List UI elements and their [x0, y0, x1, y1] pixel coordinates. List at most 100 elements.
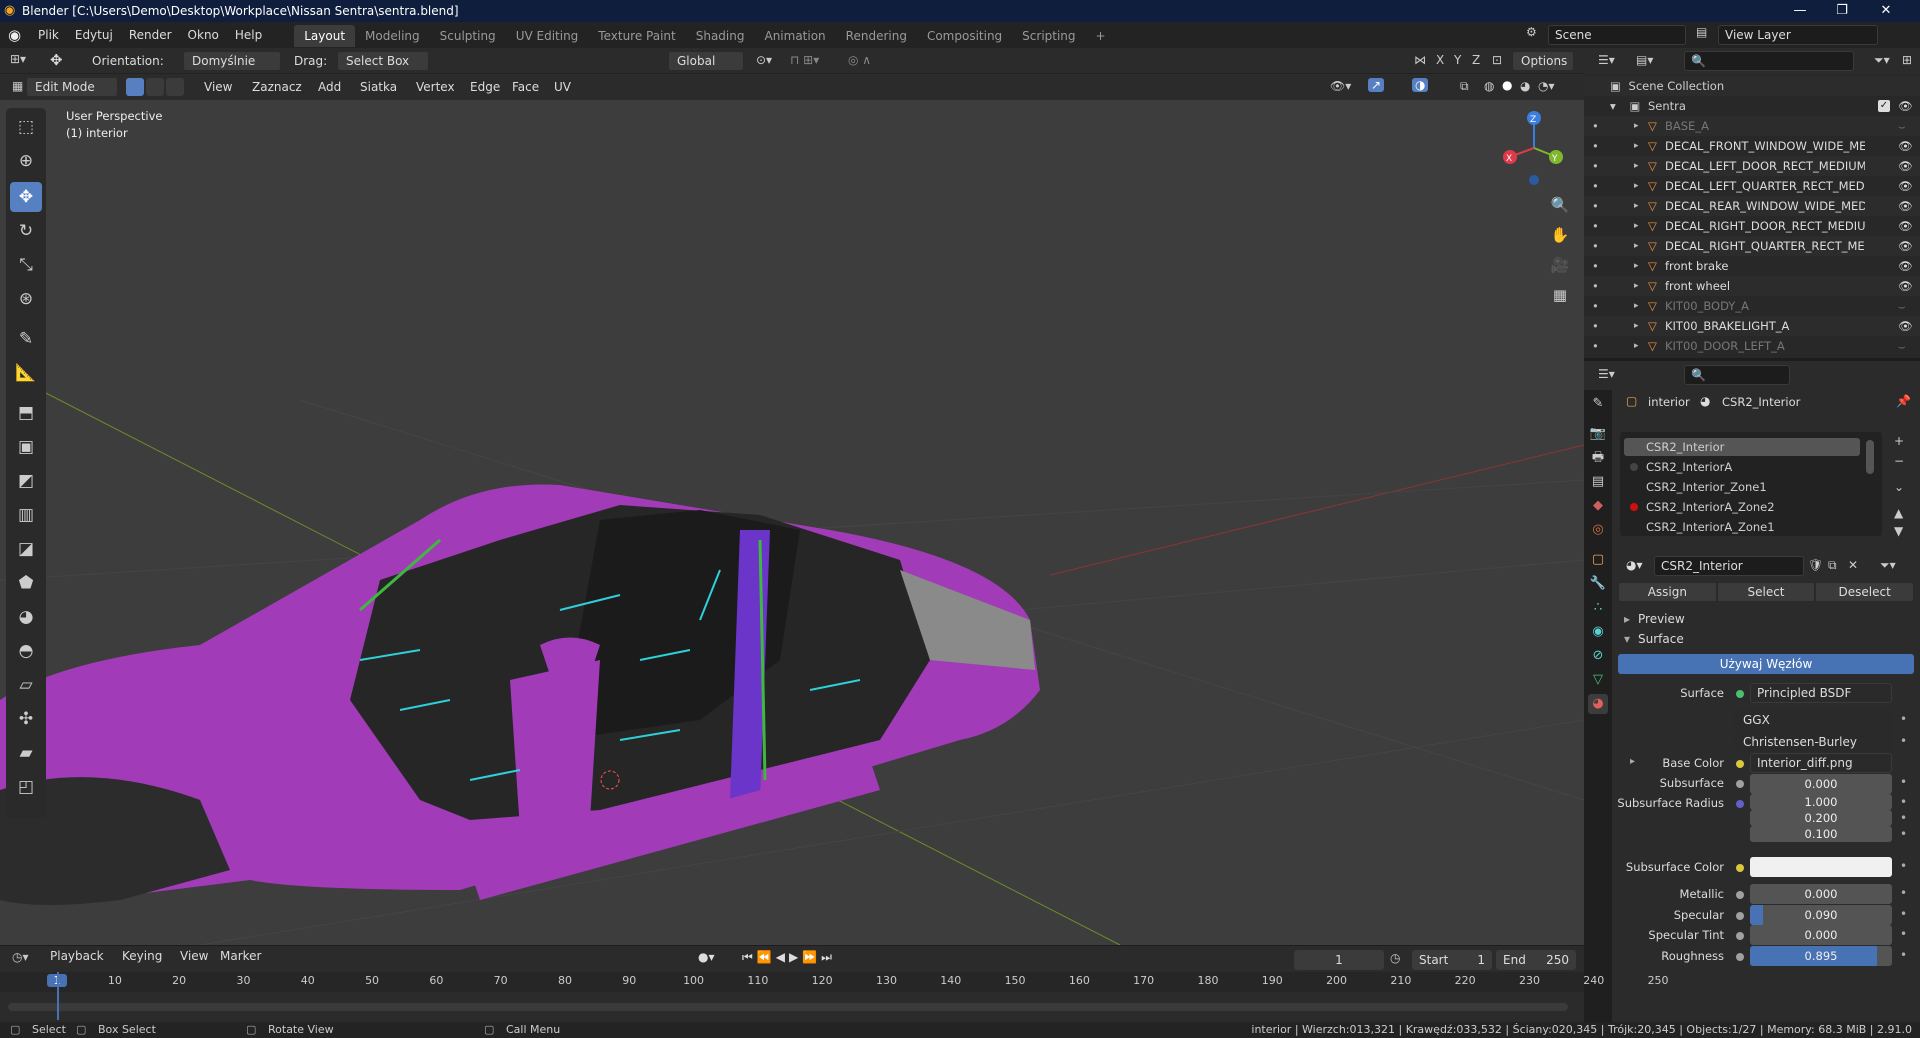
- select-box-icon[interactable]: ⬚: [10, 112, 42, 142]
- collection-row[interactable]: ▾ ▣ Sentra ✓ 👁: [1584, 96, 1920, 116]
- visibility-eye-icon[interactable]: ⌣: [1898, 296, 1906, 316]
- visibility-eye-icon[interactable]: 👁: [1898, 276, 1913, 296]
- maximize-icon[interactable]: ❐: [1822, 0, 1862, 22]
- blender-menu-icon[interactable]: ◉: [8, 26, 30, 44]
- axis-z[interactable]: Z: [1472, 53, 1480, 67]
- material-tab-icon[interactable]: ◕: [1588, 694, 1608, 714]
- keyframe-dot-icon[interactable]: •: [1900, 811, 1907, 825]
- properties-editor-icon[interactable]: ☰▾: [1598, 367, 1615, 381]
- preview-expand-icon[interactable]: ▸: [1624, 612, 1630, 626]
- scale-icon[interactable]: ⤡: [10, 250, 42, 280]
- expand-arrow-icon[interactable]: ▸: [1634, 196, 1639, 216]
- poly-build-icon[interactable]: ⬟: [10, 568, 42, 598]
- outliner-item[interactable]: • ▸ ▽ DECAL_LEFT_DOOR_RECT_MEDIUM_A 👁: [1584, 156, 1920, 176]
- shear-icon[interactable]: ▰: [10, 738, 42, 768]
- playback-controls-icon[interactable]: ⏮⏪◀▶⏩⏭: [742, 950, 836, 965]
- scene-tab-icon[interactable]: ◆: [1588, 496, 1608, 516]
- menu-okno[interactable]: Okno: [180, 22, 227, 48]
- object-tab-icon[interactable]: ▢: [1588, 550, 1608, 570]
- inset-icon[interactable]: ▣: [10, 432, 42, 462]
- property-value-slider[interactable]: 0.000: [1750, 774, 1892, 794]
- expand-arrow-icon[interactable]: ▸: [1634, 296, 1639, 316]
- annotate-icon[interactable]: ✎: [10, 324, 42, 354]
- surface-collapse-icon[interactable]: ▾: [1624, 632, 1630, 646]
- visibility-eye-icon[interactable]: ⌣: [1898, 116, 1906, 136]
- render-tab-icon[interactable]: 📷: [1588, 424, 1608, 444]
- xray-icon[interactable]: ⧉: [1460, 79, 1469, 94]
- physics-tab-icon[interactable]: ◉: [1588, 622, 1608, 642]
- menu-vertex[interactable]: Vertex: [408, 74, 463, 100]
- menu-edytuj[interactable]: Edytuj: [67, 22, 121, 48]
- use-nodes-button[interactable]: Używaj Węzłów: [1618, 654, 1914, 674]
- camera-icon[interactable]: 🎥: [1547, 252, 1573, 278]
- menu-render[interactable]: Render: [121, 22, 180, 48]
- face-select-icon[interactable]: [166, 78, 184, 96]
- material-slot[interactable]: CSR2_InteriorA_Zone2: [1624, 498, 1860, 516]
- base-color-texture-field[interactable]: Interior_diff.png: [1750, 753, 1892, 773]
- tool-tab-icon[interactable]: ✎: [1588, 394, 1608, 414]
- tab-layout[interactable]: Layout: [294, 25, 356, 47]
- keyframe-dot-icon[interactable]: •: [1900, 948, 1907, 962]
- display-mode-icon[interactable]: ▤▾: [1636, 53, 1653, 67]
- move-slot-up-icon[interactable]: ▲: [1894, 506, 1903, 520]
- record-icon[interactable]: ●▾: [698, 950, 715, 964]
- edge-select-icon[interactable]: [146, 78, 164, 96]
- outliner-item[interactable]: • ▸ ▽ DECAL_LEFT_QUARTER_RECT_MEDIUM_ 👁: [1584, 176, 1920, 196]
- menu-help[interactable]: Help: [227, 22, 270, 48]
- vertex-select-icon[interactable]: [126, 78, 144, 96]
- tab-compositing[interactable]: Compositing: [917, 25, 1012, 47]
- property-value-slider[interactable]: 0.090: [1750, 904, 1892, 925]
- outliner-search-input[interactable]: 🔍: [1684, 51, 1854, 71]
- outliner-item[interactable]: • ▸ ▽ KIT00_BODY_A ⌣: [1584, 296, 1920, 316]
- measure-icon[interactable]: 📐: [10, 358, 42, 388]
- end-frame-field[interactable]: End 250: [1496, 950, 1576, 970]
- visibility-icon[interactable]: 👁▾: [1330, 79, 1351, 93]
- material-browse-icon[interactable]: ◕▾: [1626, 558, 1643, 572]
- menu-playback[interactable]: Playback: [42, 943, 112, 969]
- view-layer-tab-icon[interactable]: ▤: [1588, 472, 1608, 492]
- deselect-button[interactable]: Deselect: [1815, 582, 1915, 602]
- smooth-icon[interactable]: ◓: [10, 636, 42, 666]
- expand-arrow-icon[interactable]: ▸: [1634, 236, 1639, 256]
- axis-x[interactable]: X: [1436, 53, 1444, 67]
- extrude-icon[interactable]: ⬒: [10, 398, 42, 428]
- gizmo-toggle-icon[interactable]: ↗: [1368, 78, 1385, 92]
- fake-user-icon[interactable]: 🛡: [1808, 558, 1823, 572]
- mode-dropdown[interactable]: Edit Mode: [26, 77, 118, 97]
- preview-panel-header[interactable]: Preview: [1638, 612, 1685, 626]
- expand-arrow-icon[interactable]: ▸: [1634, 156, 1639, 176]
- visibility-eye-icon[interactable]: 👁: [1898, 236, 1913, 256]
- menu-edge[interactable]: Edge: [462, 74, 508, 100]
- property-value-slider[interactable]: 1.000: [1750, 794, 1892, 810]
- data-tab-icon[interactable]: ▽: [1588, 670, 1608, 690]
- outliner-item[interactable]: • ▸ ▽ front brake 👁: [1584, 256, 1920, 276]
- visibility-eye-icon[interactable]: 👁: [1898, 216, 1913, 236]
- tab-shading[interactable]: Shading: [686, 25, 755, 47]
- expand-arrow-icon[interactable]: ▸: [1634, 256, 1639, 276]
- outliner-item[interactable]: • ▸ ▽ DECAL_REAR_WINDOW_WIDE_MEDIUM 👁: [1584, 196, 1920, 216]
- scene-icon[interactable]: ⚙: [1526, 25, 1537, 39]
- pan-hand-icon[interactable]: ✋: [1547, 222, 1573, 248]
- loop-cut-icon[interactable]: ▥: [10, 500, 42, 530]
- keyframe-dot-icon[interactable]: •: [1900, 907, 1907, 921]
- start-frame-field[interactable]: Start 1: [1412, 950, 1492, 970]
- menu-add[interactable]: Add: [310, 74, 349, 100]
- add-slot-icon[interactable]: +: [1894, 434, 1904, 448]
- overlay-toggle-icon[interactable]: ◑: [1412, 78, 1429, 92]
- distribution-keyframe-dot[interactable]: •: [1900, 712, 1907, 726]
- keyframe-dot-icon[interactable]: •: [1900, 927, 1907, 941]
- solid-shading-icon[interactable]: ●: [1502, 78, 1512, 92]
- output-tab-icon[interactable]: 🖶: [1588, 448, 1608, 468]
- expand-arrow-icon[interactable]: ▸: [1634, 136, 1639, 156]
- outliner-item[interactable]: • ▸ ▽ KIT00_BRAKELIGHT_A 👁: [1584, 316, 1920, 336]
- editor-type-icon[interactable]: ⊞▾: [10, 52, 26, 66]
- tab-texture-paint[interactable]: Texture Paint: [588, 25, 685, 47]
- menu-timeline-view[interactable]: View: [172, 943, 216, 969]
- properties-search-input[interactable]: 🔍: [1684, 365, 1790, 385]
- scene-field[interactable]: Scene: [1548, 25, 1686, 45]
- select-button[interactable]: Select: [1716, 582, 1816, 602]
- expand-arrow-icon[interactable]: ▸: [1634, 336, 1639, 356]
- rotate-icon[interactable]: ↻: [10, 216, 42, 246]
- playhead[interactable]: [57, 972, 59, 1020]
- new-collection-icon[interactable]: ⊞: [1902, 53, 1912, 67]
